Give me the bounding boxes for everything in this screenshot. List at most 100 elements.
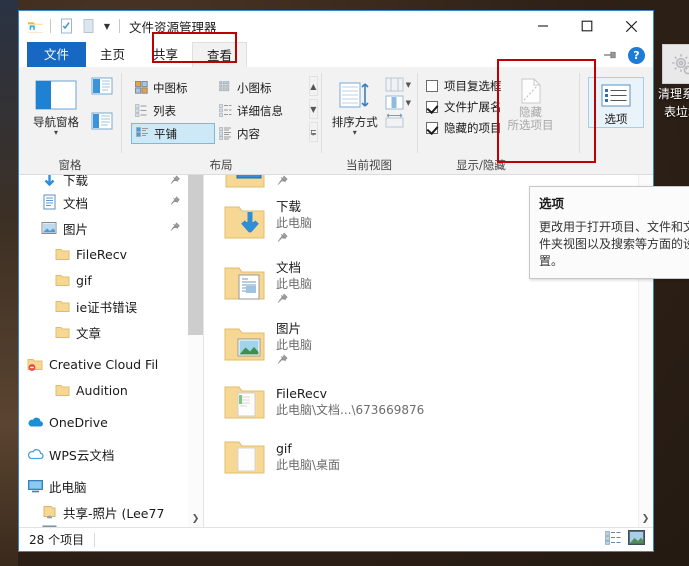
pin-icon[interactable]: [276, 231, 312, 245]
chevron-down-icon[interactable]: ▼: [406, 99, 411, 107]
ribbon-right-controls: ?: [602, 46, 645, 65]
layout-item-tiles[interactable]: 平铺: [131, 123, 215, 144]
navigation-pane-button[interactable]: 导航窗格 ▾: [25, 72, 87, 137]
file-text-gif: gif 此电脑\桌面: [276, 441, 340, 473]
shared-folder-icon: [39, 505, 59, 520]
ribbon-group-options: 选项: [579, 67, 653, 175]
tab-share[interactable]: 共享: [139, 42, 192, 67]
help-icon[interactable]: ?: [628, 47, 645, 64]
new-folder-icon[interactable]: [78, 16, 98, 36]
add-columns-button[interactable]: ▼: [385, 77, 411, 92]
chevron-down-icon[interactable]: ▾: [54, 129, 58, 137]
folder-icon: [216, 436, 274, 478]
navigation-pane-scrollbar[interactable]: ❯: [188, 175, 203, 527]
preview-pane-button[interactable]: [91, 77, 113, 95]
pictures-folder-icon: [216, 323, 274, 365]
sidebar-item-documents[interactable]: 文档: [19, 189, 203, 215]
sidebar-label-filerecv: FileRecv: [76, 246, 128, 262]
pin-ribbon-icon[interactable]: [602, 46, 618, 65]
sidebar-item-wps-cloud[interactable]: WPS云文档: [19, 441, 203, 467]
checkbox-label-item-checkboxes: 项目复选框: [444, 79, 502, 93]
checkbox-file-extensions[interactable]: 文件扩展名: [426, 99, 502, 115]
hide-items-icon: [521, 78, 540, 104]
folder-icon: [52, 299, 72, 313]
tab-home[interactable]: 主页: [86, 42, 139, 67]
sidebar-item-downloads[interactable]: 下载: [19, 175, 203, 189]
sidebar-label-pictures: 图片: [63, 221, 89, 237]
file-sub-downloads: 此电脑: [276, 215, 313, 230]
tab-file[interactable]: 文件: [27, 42, 87, 67]
sidebar-item-ie-cert-error[interactable]: ie证书错误: [19, 293, 203, 319]
pin-icon[interactable]: [276, 175, 289, 191]
minimize-button[interactable]: [521, 11, 565, 41]
gallery-scroll-up-button[interactable]: ▲: [309, 76, 318, 96]
sidebar-item-articles[interactable]: 文章: [19, 319, 203, 345]
wps-cloud-icon: [25, 448, 45, 461]
sidebar-item-creative-cloud[interactable]: Creative Cloud Fil: [19, 351, 203, 377]
file-text-downloads: 下载 此电脑: [276, 199, 312, 245]
large-icons-view-button[interactable]: [628, 530, 645, 549]
layout-label-tiles: 平铺: [154, 126, 177, 141]
sidebar-item-gif[interactable]: gif: [19, 267, 203, 293]
options-tooltip: 选项 更改用于打开项目、文件和文件夹视图以及搜索等方面的设置。: [529, 186, 689, 279]
chevron-down-icon[interactable]: ▼: [406, 81, 411, 89]
desktop-icon-recycle-cleaner[interactable]: 清理系统 表垃圾: [652, 44, 689, 120]
sidebar-item-this-pc[interactable]: 此电脑: [19, 473, 203, 499]
quick-access-toolbar: ▼: [19, 16, 123, 36]
layout-item-small-icons[interactable]: 小图标: [215, 77, 307, 98]
sidebar-item-onedrive[interactable]: OneDrive: [19, 409, 203, 435]
chevron-down-icon[interactable]: ▼: [100, 22, 114, 31]
options-button[interactable]: 选项: [588, 77, 644, 128]
sidebar-item-pictures[interactable]: 图片: [19, 215, 203, 241]
close-button[interactable]: [609, 11, 653, 41]
window-controls: [521, 11, 653, 41]
layout-item-medium-icons[interactable]: 中图标: [131, 77, 215, 98]
layout-item-content[interactable]: 内容: [215, 123, 307, 144]
gallery-more-button[interactable]: ⋤: [309, 122, 318, 142]
gallery-scroll-down-button[interactable]: ▼: [309, 99, 318, 119]
size-all-columns-button[interactable]: [385, 113, 411, 128]
details-view-button[interactable]: [605, 530, 621, 549]
properties-icon[interactable]: [56, 16, 76, 36]
window-title: 文件资源管理器: [129, 19, 217, 35]
file-item-gif[interactable]: gif 此电脑\桌面: [204, 429, 653, 484]
checkbox-hidden-items[interactable]: 隐藏的项目: [426, 120, 502, 136]
pin-icon[interactable]: [169, 221, 181, 236]
sidebar-item-audition[interactable]: Audition: [19, 377, 203, 403]
sidebar-item-shared-photos[interactable]: 共享-照片 (Lee77: [19, 499, 203, 525]
desktop-left-strip: [0, 0, 18, 566]
folder-icon[interactable]: [25, 16, 45, 36]
checkbox-icon[interactable]: [426, 80, 438, 92]
sidebar-label-downloads: 下载: [63, 175, 89, 188]
details-pane-button[interactable]: [91, 112, 113, 130]
layout-item-list[interactable]: 列表: [131, 100, 215, 121]
pin-icon[interactable]: [169, 195, 181, 210]
status-bar: 28 个项目: [19, 527, 653, 551]
tooltip-title: 选项: [539, 196, 565, 211]
checkbox-icon[interactable]: [426, 122, 438, 134]
layout-label-small-icons: 小图标: [237, 80, 272, 95]
navigation-scrollbar-thumb[interactable]: [188, 175, 203, 335]
sidebar-item-filerecv[interactable]: FileRecv: [19, 241, 203, 267]
maximize-button[interactable]: [565, 11, 609, 41]
tab-view[interactable]: 查看: [192, 42, 248, 67]
sidebar-label-documents: 文档: [63, 195, 89, 211]
file-item-pictures[interactable]: 图片 此电脑: [204, 313, 653, 374]
layout-item-details[interactable]: 详细信息: [215, 100, 307, 121]
pin-icon[interactable]: [276, 353, 312, 367]
sort-by-button[interactable]: 排序方式 ▾: [327, 72, 383, 137]
checkbox-icon[interactable]: [426, 101, 438, 113]
file-name-filerecv: FileRecv: [276, 385, 328, 401]
size-columns-button[interactable]: ▼: [385, 95, 411, 110]
pin-icon[interactable]: [169, 175, 181, 189]
ribbon-group-pane: 导航窗格 ▾ 窗格: [19, 67, 121, 175]
ribbon-group-title-pane: 窗格: [58, 158, 82, 172]
file-text-filerecv: FileRecv 此电脑\文档...\673669876: [276, 386, 424, 418]
chevron-down-icon[interactable]: ▾: [353, 129, 357, 137]
chevron-down-icon[interactable]: ❯: [188, 511, 203, 527]
status-divider: [94, 532, 96, 547]
checkbox-item-checkboxes[interactable]: 项目复选框: [426, 78, 502, 94]
chevron-down-icon[interactable]: ❯: [638, 511, 653, 527]
pin-icon[interactable]: [276, 292, 312, 306]
file-item-filerecv[interactable]: FileRecv 此电脑\文档...\673669876: [204, 374, 653, 429]
